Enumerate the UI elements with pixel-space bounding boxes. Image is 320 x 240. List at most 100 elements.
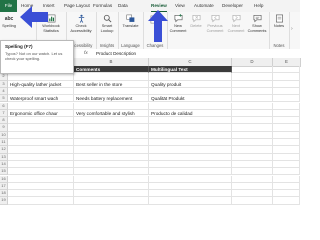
- empty-cell[interactable]: [74, 87, 149, 96]
- data-cell[interactable]: Very comfortable and stylish: [74, 109, 149, 118]
- empty-cell[interactable]: [74, 146, 149, 154]
- header-cell[interactable]: Multilingual Text: [149, 66, 232, 74]
- empty-cell[interactable]: [8, 87, 74, 96]
- row-header-10[interactable]: 10: [0, 131, 8, 139]
- empty-cell[interactable]: [232, 109, 273, 118]
- empty-cell[interactable]: [74, 190, 149, 198]
- translate-button[interactable]: Translate: [120, 14, 141, 29]
- ribbon-scroll-right[interactable]: ›: [291, 26, 293, 32]
- empty-cell[interactable]: [149, 175, 232, 183]
- empty-cell[interactable]: [8, 197, 74, 205]
- empty-cell[interactable]: [74, 139, 149, 147]
- row-header-14[interactable]: 14: [0, 160, 8, 169]
- empty-cell[interactable]: [273, 197, 300, 205]
- empty-cell[interactable]: [74, 160, 149, 169]
- empty-cell[interactable]: [149, 139, 232, 147]
- fx-icon[interactable]: fx: [84, 49, 88, 58]
- data-cell[interactable]: Qualität Produkt: [149, 95, 232, 103]
- empty-cell[interactable]: [273, 146, 300, 154]
- empty-cell[interactable]: [273, 117, 300, 125]
- empty-cell[interactable]: [149, 190, 232, 198]
- empty-cell[interactable]: [8, 131, 74, 139]
- tab-page-layout[interactable]: Page Layout: [64, 0, 90, 12]
- data-cell[interactable]: Best seller in the store: [74, 80, 149, 88]
- empty-cell[interactable]: [273, 190, 300, 198]
- smart-lookup-button[interactable]: Smart Lookup: [97, 14, 117, 33]
- row-header-7[interactable]: 7: [0, 109, 8, 118]
- data-cell[interactable]: Waterproof smart wach: [8, 95, 74, 103]
- empty-cell[interactable]: [273, 182, 300, 191]
- empty-cell[interactable]: [232, 87, 273, 96]
- data-cell[interactable]: Quality produit: [149, 80, 232, 88]
- empty-cell[interactable]: [149, 117, 232, 125]
- empty-cell[interactable]: [273, 80, 300, 88]
- empty-cell[interactable]: [273, 124, 300, 132]
- empty-cell[interactable]: [149, 182, 232, 191]
- row-header-18[interactable]: 18: [0, 190, 8, 198]
- empty-cell[interactable]: [8, 153, 74, 161]
- empty-cell[interactable]: [273, 168, 300, 176]
- empty-cell[interactable]: [74, 124, 149, 132]
- check-accessibility-button[interactable]: Check Accessibility: [68, 14, 94, 33]
- next-comment-button[interactable]: Next Comment: [226, 14, 246, 33]
- file-tab[interactable]: File: [0, 0, 17, 12]
- row-header-11[interactable]: 11: [0, 139, 8, 147]
- row-header-8[interactable]: 8: [0, 117, 8, 125]
- row-header-19[interactable]: 19: [0, 197, 8, 205]
- empty-cell[interactable]: [8, 190, 74, 198]
- notes-button[interactable]: Notes: [270, 14, 288, 29]
- empty-cell[interactable]: [8, 73, 74, 81]
- empty-cell[interactable]: [74, 175, 149, 183]
- empty-cell[interactable]: [232, 124, 273, 132]
- empty-cell[interactable]: [232, 73, 273, 81]
- empty-cell[interactable]: [232, 182, 273, 191]
- empty-cell[interactable]: [273, 109, 300, 118]
- empty-cell[interactable]: [273, 153, 300, 161]
- empty-cell[interactable]: [149, 160, 232, 169]
- empty-cell[interactable]: [273, 160, 300, 169]
- empty-cell[interactable]: [8, 182, 74, 191]
- empty-cell[interactable]: [149, 168, 232, 176]
- row-header-3[interactable]: 3: [0, 80, 8, 88]
- tab-help[interactable]: Help: [254, 0, 263, 12]
- empty-cell[interactable]: [232, 153, 273, 161]
- empty-cell[interactable]: [273, 95, 300, 103]
- empty-cell[interactable]: [8, 102, 74, 110]
- previous-comment-button[interactable]: Previous Comment: [204, 14, 226, 33]
- empty-cell[interactable]: [232, 146, 273, 154]
- tab-automate[interactable]: Automate: [194, 0, 214, 12]
- empty-cell[interactable]: [149, 102, 232, 110]
- empty-cell[interactable]: [149, 197, 232, 205]
- empty-cell[interactable]: [149, 153, 232, 161]
- empty-cell[interactable]: [273, 66, 300, 74]
- empty-cell[interactable]: [74, 153, 149, 161]
- empty-cell[interactable]: [74, 131, 149, 139]
- tab-data[interactable]: Data: [118, 0, 128, 12]
- tab-formulas[interactable]: Formulas: [93, 0, 112, 12]
- new-comment-button[interactable]: New Comment: [169, 14, 187, 33]
- empty-cell[interactable]: [74, 182, 149, 191]
- row-header-4[interactable]: 4: [0, 87, 8, 96]
- empty-cell[interactable]: [74, 73, 149, 81]
- empty-cell[interactable]: [232, 160, 273, 169]
- empty-cell[interactable]: [149, 146, 232, 154]
- row-header-9[interactable]: 9: [0, 124, 8, 132]
- empty-cell[interactable]: [232, 139, 273, 147]
- empty-cell[interactable]: [232, 168, 273, 176]
- row-header-2[interactable]: 2: [0, 73, 8, 81]
- empty-cell[interactable]: [149, 124, 232, 132]
- empty-cell[interactable]: [273, 139, 300, 147]
- row-header-12[interactable]: 12: [0, 146, 8, 154]
- empty-cell[interactable]: [232, 175, 273, 183]
- data-cell[interactable]: High-quality lather jacket: [8, 80, 74, 88]
- show-comments-button[interactable]: Show Comments: [247, 14, 267, 33]
- delete-comment-button[interactable]: Delete: [188, 14, 204, 29]
- empty-cell[interactable]: [273, 73, 300, 81]
- empty-cell[interactable]: [232, 117, 273, 125]
- header-cell[interactable]: Comments: [74, 66, 149, 74]
- empty-cell[interactable]: [74, 102, 149, 110]
- tab-view[interactable]: View: [175, 0, 185, 12]
- empty-cell[interactable]: [232, 80, 273, 88]
- empty-cell[interactable]: [232, 197, 273, 205]
- spelling-button[interactable]: abc Spelling: [1, 14, 17, 29]
